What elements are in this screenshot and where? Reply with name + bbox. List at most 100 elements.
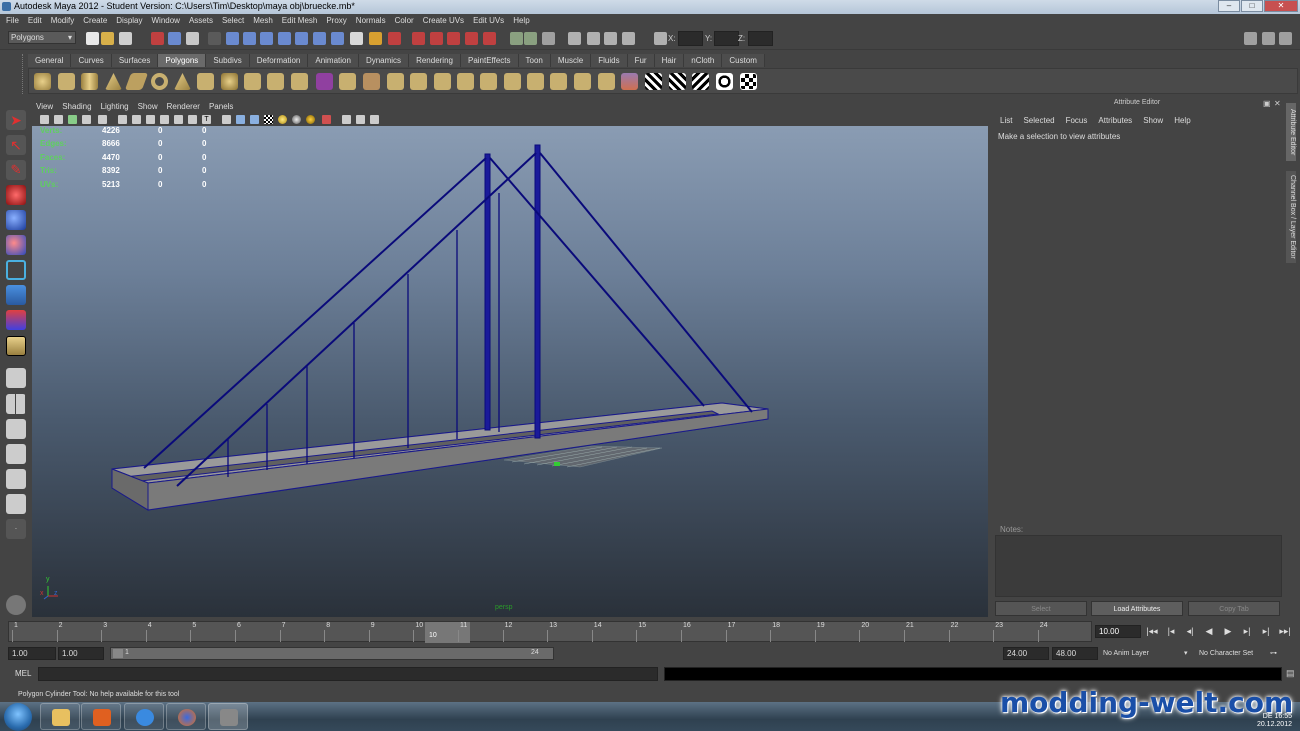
tab-subdivs[interactable]: Subdivs: [206, 54, 250, 67]
menu-modify[interactable]: Modify: [51, 14, 75, 28]
go-to-end-icon[interactable]: ▸▸|: [1279, 625, 1291, 638]
tray-clock-date[interactable]: 20.12.2012: [1257, 721, 1292, 728]
shadows-icon[interactable]: [292, 115, 301, 124]
character-set-dropdown[interactable]: No Character Set: [1199, 650, 1253, 657]
camera-attributes-icon[interactable]: [587, 32, 600, 45]
load-attributes-button[interactable]: Load Attributes: [1091, 601, 1183, 616]
tab-rendering[interactable]: Rendering: [409, 54, 461, 67]
shelf-grip[interactable]: [9, 54, 23, 94]
anim-layer-dropdown[interactable]: No Anim Layer: [1103, 650, 1149, 657]
current-frame-field[interactable]: 10.00: [1095, 625, 1141, 638]
snap-plane-icon[interactable]: [278, 32, 291, 45]
attr-menu-selected[interactable]: Selected: [1023, 115, 1054, 127]
play-backwards-icon[interactable]: ◀: [1203, 625, 1215, 638]
smooth-icon[interactable]: [387, 73, 404, 90]
wireframe-on-shaded-icon[interactable]: [250, 115, 259, 124]
wireframe-icon[interactable]: [222, 115, 231, 124]
attr-menu-show[interactable]: Show: [1143, 115, 1163, 127]
anim-end-field[interactable]: 24.00: [1003, 647, 1049, 660]
panel-menu-view[interactable]: View: [36, 101, 53, 113]
uv-texture-editor-icon[interactable]: [740, 73, 757, 90]
boolean-icon[interactable]: [410, 73, 427, 90]
snapshot-icon[interactable]: [604, 32, 617, 45]
step-forward-frame-icon[interactable]: ▸|: [1260, 625, 1272, 638]
tab-dynamics[interactable]: Dynamics: [358, 54, 410, 67]
soft-modification-icon[interactable]: [6, 285, 26, 305]
ipr-render-icon[interactable]: [430, 32, 443, 45]
persp-outliner-layout-icon[interactable]: [6, 419, 26, 439]
taskbar-internet-explorer[interactable]: [124, 703, 164, 730]
more-layouts-icon[interactable]: ·: [6, 519, 26, 539]
taskbar-maya[interactable]: [208, 703, 248, 730]
poly-cone-icon[interactable]: [105, 73, 122, 90]
attr-menu-help[interactable]: Help: [1174, 115, 1190, 127]
copy-tab-button[interactable]: Copy Tab: [1188, 601, 1280, 616]
step-back-key-icon[interactable]: ◂|: [1184, 625, 1196, 638]
outliner-persp-layout-icon[interactable]: [6, 494, 26, 514]
tool-settings-icon[interactable]: [1262, 32, 1275, 45]
tab-fluids[interactable]: Fluids: [591, 54, 628, 67]
tray-clock-time[interactable]: 16:55: [1274, 713, 1292, 720]
poly-cube-icon[interactable]: [58, 73, 75, 90]
scale-tool-icon[interactable]: [6, 235, 26, 255]
tab-deformation[interactable]: Deformation: [249, 54, 309, 67]
tray-language[interactable]: DE: [1263, 713, 1273, 720]
show-manipulator-icon[interactable]: [6, 310, 26, 330]
snap-point-icon[interactable]: [260, 32, 273, 45]
cylindrical-mapping-icon[interactable]: [669, 73, 686, 90]
tab-muscle[interactable]: Muscle: [550, 54, 592, 67]
bookmark-icon[interactable]: [68, 115, 77, 124]
resolution-gate-icon[interactable]: [146, 115, 155, 124]
combine-icon[interactable]: [316, 73, 333, 90]
high-quality-lighting-icon[interactable]: [306, 115, 315, 124]
move-tool-icon[interactable]: [6, 185, 26, 205]
select-hierarchy-icon[interactable]: [151, 32, 164, 45]
input-line-icon[interactable]: [510, 32, 523, 45]
selection-mask-icon[interactable]: [208, 32, 221, 45]
xray-joints-icon[interactable]: [356, 115, 365, 124]
poly-pipe-icon[interactable]: [221, 73, 238, 90]
menu-normals[interactable]: Normals: [356, 14, 386, 28]
taskbar-explorer[interactable]: [40, 703, 80, 730]
isolate-select-icon[interactable]: [342, 115, 351, 124]
open-scene-icon[interactable]: [101, 32, 114, 45]
close-button[interactable]: ✕: [1264, 0, 1298, 12]
offset-edge-loop-icon[interactable]: [574, 73, 591, 90]
time-slider[interactable]: 10 1 2 3 4 5 6 7 8 9 10 11 12 13 14 15 16 17 18 19 20 21 22 23…: [8, 621, 1092, 643]
render-settings-icon[interactable]: [388, 32, 401, 45]
input-line-mode-icon[interactable]: [524, 32, 537, 45]
poly-prism-icon[interactable]: [174, 73, 191, 90]
safe-action-icon[interactable]: [188, 115, 197, 124]
menu-proxy[interactable]: Proxy: [326, 14, 346, 28]
panel-layout-icon[interactable]: [1244, 32, 1257, 45]
go-to-start-icon[interactable]: |◂◂: [1146, 625, 1158, 638]
attr-menu-focus[interactable]: Focus: [1066, 115, 1088, 127]
grid-icon[interactable]: [118, 115, 127, 124]
four-view-layout-icon[interactable]: [6, 394, 26, 414]
xray-components-icon[interactable]: [370, 115, 379, 124]
menu-edit[interactable]: Edit: [28, 14, 42, 28]
attribute-editor-toggle-icon[interactable]: [542, 32, 555, 45]
channel-box-icon[interactable]: [1279, 32, 1292, 45]
menu-help[interactable]: Help: [513, 14, 529, 28]
select-button[interactable]: Select: [995, 601, 1087, 616]
x-field[interactable]: [678, 31, 703, 46]
tab-channel-box-layer-editor[interactable]: Channel Box / Layer Editor: [1286, 171, 1296, 263]
script-editor-icon[interactable]: ▤: [1286, 668, 1295, 679]
new-scene-icon[interactable]: [86, 32, 99, 45]
snap-grid-icon[interactable]: [226, 32, 239, 45]
lasso-tool-icon[interactable]: ↖: [6, 135, 26, 155]
persp-hypershade-layout-icon[interactable]: [6, 469, 26, 489]
menu-window[interactable]: Window: [152, 14, 180, 28]
split-polygon-icon[interactable]: [527, 73, 544, 90]
extrude-icon[interactable]: [457, 73, 474, 90]
poly-torus-icon[interactable]: [151, 73, 168, 90]
grid-toggle-icon[interactable]: [622, 32, 635, 45]
lock-icon[interactable]: [369, 32, 382, 45]
render-frame-icon[interactable]: [412, 32, 425, 45]
menu-set-dropdown[interactable]: Polygons ▾: [8, 31, 76, 44]
mel-label[interactable]: MEL: [15, 669, 31, 678]
save-scene-icon[interactable]: [119, 32, 132, 45]
camera-attrs-icon[interactable]: [54, 115, 63, 124]
poly-soccerball-icon[interactable]: [267, 73, 284, 90]
